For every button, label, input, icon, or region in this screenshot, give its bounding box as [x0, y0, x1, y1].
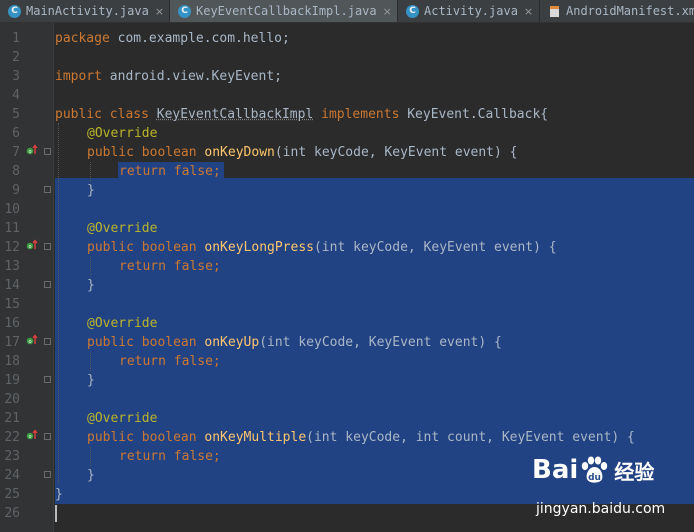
code-line: 21 @Override — [0, 409, 694, 428]
code-text: } — [87, 278, 95, 293]
code-line: 10 — [0, 200, 694, 219]
code-text: @Override — [87, 126, 158, 141]
code-line: 4 — [0, 86, 694, 105]
code-text: } — [55, 487, 63, 502]
java-class-icon: C — [8, 4, 21, 18]
code-text: import android.view.KeyEvent; — [55, 69, 282, 84]
tab-label: KeyEventCallbackImpl.java — [196, 4, 377, 18]
editor-tab-bar: C MainActivity.java × C KeyEventCallback… — [0, 0, 694, 23]
code-line: 18 return false; — [0, 352, 694, 371]
line-number: 20 — [4, 392, 20, 407]
code-line: 14 } — [0, 276, 694, 295]
line-number: 4 — [12, 88, 20, 103]
close-icon[interactable]: × — [524, 5, 533, 18]
line-number: 16 — [4, 316, 20, 331]
line-number: 25 — [4, 487, 20, 502]
line-number: 15 — [4, 297, 20, 312]
code-line: 19 } — [0, 371, 694, 390]
code-text: return false; — [119, 449, 221, 464]
line-number: 22 — [4, 430, 20, 445]
line-number: 12 — [4, 240, 20, 255]
code-line: 15 — [0, 295, 694, 314]
tab-android-manifest[interactable]: AndroidManifest.xm — [540, 0, 694, 22]
line-number: 1 — [12, 31, 20, 46]
code-text: return false; — [119, 354, 221, 369]
tab-label: AndroidManifest.xm — [566, 4, 694, 18]
code-line: 12 public boolean onKeyLongPress(int key… — [0, 238, 694, 257]
xml-file-icon — [548, 5, 561, 18]
code-text: public boolean onKeyUp(int keyCode, KeyE… — [87, 335, 502, 350]
java-class-icon: C — [406, 4, 419, 18]
svg-text:du: du — [588, 473, 601, 483]
baidu-logo: Bai du 经验 — [532, 455, 655, 485]
code-line: 17 public boolean onKeyUp(int keyCode, K… — [0, 333, 694, 352]
line-number: 11 — [4, 221, 20, 236]
line-number: 6 — [12, 126, 20, 141]
code-text: public boolean onKeyLongPress(int keyCod… — [87, 240, 557, 255]
tab-keyevent-callback-impl[interactable]: C KeyEventCallbackImpl.java × — [170, 0, 398, 22]
line-number: 9 — [12, 183, 20, 198]
text-caret — [55, 505, 57, 522]
code-line: 8 return false; — [0, 162, 694, 181]
code-line: 3 import android.view.KeyEvent; — [0, 67, 694, 86]
line-number: 7 — [12, 145, 20, 160]
line-number: 23 — [4, 449, 20, 464]
code-text: public boolean onKeyMultiple(int keyCode… — [87, 430, 635, 445]
close-icon[interactable]: × — [383, 5, 392, 18]
paw-icon: du — [582, 456, 608, 483]
line-number: 10 — [4, 202, 20, 217]
line-number: 19 — [4, 373, 20, 388]
code-text: } — [87, 373, 95, 388]
line-number: 24 — [4, 468, 20, 483]
code-line: 20 — [0, 390, 694, 409]
code-text: public class KeyEventCallbackImpl implem… — [55, 107, 549, 122]
line-number: 2 — [12, 50, 20, 65]
tab-activity[interactable]: C Activity.java × — [398, 0, 540, 22]
java-class-icon: C — [178, 4, 191, 18]
code-line: 16 @Override — [0, 314, 694, 333]
line-number: 18 — [4, 354, 20, 369]
line-number: 3 — [12, 69, 20, 84]
code-text: @Override — [87, 411, 158, 426]
code-text: @Override — [87, 221, 158, 236]
code-line: 6 @Override — [0, 124, 694, 143]
code-line: 7 public boolean onKeyDown(int keyCode, … — [0, 143, 694, 162]
code-text: public boolean onKeyDown(int keyCode, Ke… — [87, 145, 518, 160]
code-text: package com.example.com.hello; — [55, 31, 290, 46]
baidu-jingyan-watermark: Bai du 经验 jingyan.baidu.com — [532, 455, 692, 532]
code-line: 22 public boolean onKeyMultiple(int keyC… — [0, 428, 694, 447]
line-number: 5 — [12, 107, 20, 122]
tab-main-activity[interactable]: C MainActivity.java × — [0, 0, 170, 22]
line-number: 14 — [4, 278, 20, 293]
tab-label: Activity.java — [424, 4, 518, 18]
code-line: 1 package com.example.com.hello; — [0, 29, 694, 48]
code-line: 13 return false; — [0, 257, 694, 276]
line-number: 13 — [4, 259, 20, 274]
line-number: 17 — [4, 335, 20, 350]
code-text: return false; — [119, 259, 221, 274]
code-text: } — [87, 468, 95, 483]
close-icon[interactable]: × — [155, 5, 164, 18]
code-text: @Override — [87, 316, 158, 331]
watermark-url: jingyan.baidu.com — [536, 501, 666, 517]
line-number: 26 — [4, 506, 20, 521]
code-line: 5 public class KeyEventCallbackImpl impl… — [0, 105, 694, 124]
code-line: 2 — [0, 48, 694, 67]
tab-label: MainActivity.java — [26, 4, 149, 18]
code-line: 11 @Override — [0, 219, 694, 238]
code-text: } — [87, 183, 95, 198]
line-number: 8 — [12, 164, 20, 179]
code-line: 9 } — [0, 181, 694, 200]
code-text: return false; — [119, 164, 221, 179]
line-number: 21 — [4, 411, 20, 426]
